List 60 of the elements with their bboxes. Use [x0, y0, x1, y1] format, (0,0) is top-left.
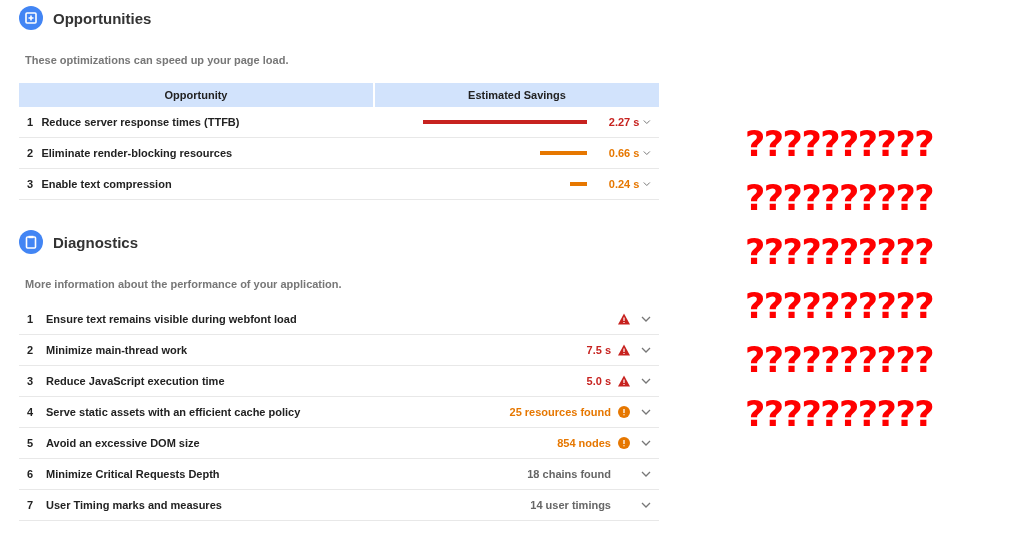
info-icon: [618, 437, 630, 449]
row-number: 5: [26, 437, 35, 449]
clipboard-icon: [19, 230, 43, 254]
chevron-down-icon[interactable]: [641, 347, 651, 353]
row-number: 2: [26, 344, 35, 356]
chevron-down-icon[interactable]: [643, 150, 651, 156]
audit-value: 18 chains found: [527, 468, 611, 480]
chevron-down-icon[interactable]: [641, 409, 651, 415]
audit-title[interactable]: Reduce JavaScript execution time: [46, 375, 577, 387]
audit-title[interactable]: Avoid an excessive DOM size: [46, 437, 548, 449]
row-number: 4: [26, 406, 35, 418]
question-marks: ??????????: [745, 394, 934, 435]
savings-bar: [570, 182, 588, 186]
audit-title[interactable]: Reduce server response times (TTFB): [41, 116, 342, 128]
section-description: More information about the performance of your application.: [25, 278, 343, 290]
savings-value: 2.27 s: [607, 116, 640, 128]
savings-bar: [539, 151, 588, 155]
chevron-down-icon[interactable]: [643, 181, 651, 187]
chevron-down-icon[interactable]: [641, 502, 651, 508]
audit-title[interactable]: Serve static assets with an efficient cache policy: [46, 406, 500, 418]
audit-title[interactable]: User Timing marks and measures: [46, 499, 521, 511]
question-marks: ??????????: [745, 232, 934, 273]
question-marks: ??????????: [745, 124, 934, 165]
audit-value: 14 user timings: [530, 499, 611, 511]
opportunities-icon: [19, 6, 43, 30]
row-number: 3: [26, 178, 35, 190]
row-number: 3: [26, 375, 35, 387]
row-number: 6: [26, 468, 35, 480]
warning-icon: [618, 313, 630, 325]
section-title: Opportunities: [53, 9, 152, 27]
row-number: 7: [26, 499, 35, 511]
audit-value: 5.0 s: [586, 375, 611, 387]
column-header: Estimated Savings: [375, 83, 659, 107]
chevron-down-icon[interactable]: [641, 471, 651, 477]
savings-value: 0.66 s: [607, 147, 640, 159]
section-description: These optimizations can speed up your page load.: [25, 54, 290, 66]
audit-title[interactable]: Enable text compression: [41, 178, 342, 190]
row-number: 2: [26, 147, 35, 159]
row-number: 1: [26, 116, 35, 128]
audit-title[interactable]: Minimize main-thread work: [46, 344, 577, 356]
question-marks: ??????????: [745, 340, 934, 381]
audit-value: 854 nodes: [557, 437, 611, 449]
chevron-down-icon[interactable]: [643, 119, 651, 125]
question-marks: ??????????: [745, 178, 934, 219]
audit-value: 25 resources found: [509, 406, 611, 418]
row-number: 1: [26, 313, 35, 325]
chevron-down-icon[interactable]: [641, 440, 651, 446]
chevron-down-icon[interactable]: [641, 378, 651, 384]
column-header: Opportunity: [19, 83, 373, 107]
question-marks: ??????????: [745, 286, 934, 327]
audit-title[interactable]: Ensure text remains visible during webfont load: [46, 313, 611, 325]
info-icon: [618, 406, 630, 418]
chevron-down-icon[interactable]: [641, 316, 651, 322]
warning-icon: [618, 375, 630, 387]
audit-value: 7.5 s: [586, 344, 611, 356]
section-title: Diagnostics: [53, 233, 139, 251]
warning-icon: [618, 344, 630, 356]
audit-title[interactable]: Minimize Critical Requests Depth: [46, 468, 518, 480]
audit-title[interactable]: Eliminate render-blocking resources: [41, 147, 342, 159]
savings-value: 0.24 s: [607, 178, 640, 190]
